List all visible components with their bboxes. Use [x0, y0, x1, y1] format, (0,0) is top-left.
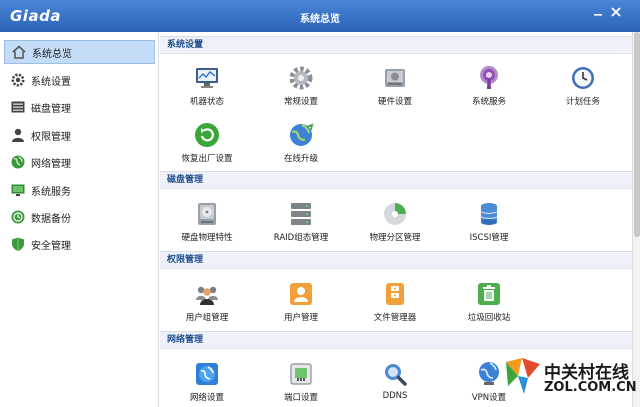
tile-label: 用户组管理 — [185, 313, 229, 323]
section-header-system-settings: 系统设置 — [160, 36, 632, 54]
hard-drive-icon — [198, 203, 216, 225]
tile-label: ISCSI管理 — [469, 233, 509, 243]
tile-label: RAID组态管理 — [273, 233, 329, 243]
tile-label: 硬盘物理特性 — [181, 233, 233, 243]
close-icon[interactable] — [608, 5, 624, 19]
home-icon — [11, 44, 27, 60]
shield-icon — [10, 236, 26, 252]
tile-label: 物理分区管理 — [369, 233, 421, 243]
tile-port-settings[interactable]: 端口设置 — [254, 360, 348, 404]
tile-label: 计划任务 — [565, 97, 600, 107]
tile-partition-management[interactable]: 物理分区管理 — [348, 200, 442, 244]
sidebar-item-label: 网络管理 — [31, 158, 71, 170]
sidebar-item-overview[interactable]: 系统总览 — [4, 40, 155, 64]
ddns-icon — [385, 364, 407, 386]
sidebar-item-system-services[interactable]: 系统服务 — [4, 178, 155, 202]
tile-user-groups[interactable]: 用户组管理 — [160, 280, 254, 324]
tile-label: 系统服务 — [471, 97, 506, 107]
tile-file-manager[interactable]: 文件管理器 — [348, 280, 442, 324]
window-title: 系统总览 — [300, 14, 340, 25]
title-bar: Giada 系统总览 — [0, 0, 640, 32]
podcast-icon — [480, 66, 498, 89]
port-icon — [290, 363, 312, 385]
sidebar-item-label: 安全管理 — [31, 240, 71, 252]
main-panel: 系统设置 机器状态 常规设置 硬件设置 系统服务 计划任务 恢复出厂设置 在线升… — [160, 32, 632, 407]
raid-icon — [291, 203, 311, 225]
sidebar-item-label: 系统总览 — [32, 48, 72, 60]
gear-icon — [289, 66, 313, 90]
tile-recycle-bin[interactable]: 垃圾回收站 — [442, 280, 536, 324]
user-group-icon — [196, 286, 218, 305]
iscsi-icon — [480, 203, 498, 225]
tile-network-settings[interactable]: 网络设置 — [160, 360, 254, 404]
network-globe-icon — [196, 363, 218, 385]
tile-label: 垃圾回收站 — [467, 313, 511, 323]
restore-icon — [195, 123, 219, 147]
sidebar-item-system-settings[interactable]: 系统设置 — [4, 68, 155, 92]
section-header-disk-management: 磁盘管理 — [160, 171, 632, 189]
tile-raid-management[interactable]: RAID组态管理 — [254, 200, 348, 244]
tile-label: DDNS — [382, 391, 408, 401]
disk-icon — [10, 99, 26, 115]
sidebar-item-disk-management[interactable]: 磁盘管理 — [4, 95, 155, 119]
tile-label: 网络设置 — [189, 393, 224, 403]
main-scrollbar[interactable] — [632, 32, 640, 407]
monitor-icon — [10, 182, 26, 198]
zol-watermark: 中关村在线 ZOL.COM.CN — [500, 352, 637, 404]
tile-user-management[interactable]: 用户管理 — [254, 280, 348, 324]
sidebar-item-network[interactable]: 网络管理 — [4, 150, 155, 174]
tile-label: 恢复出厂设置 — [181, 154, 233, 164]
tile-label: 端口设置 — [283, 393, 318, 403]
tile-hardware-settings[interactable]: 硬件设置 — [348, 64, 442, 108]
monitor-chart-icon — [196, 68, 218, 88]
tile-label: 常规设置 — [283, 97, 318, 107]
backup-icon — [10, 209, 26, 225]
sidebar-item-security[interactable]: 安全管理 — [4, 232, 155, 256]
sidebar-item-label: 磁盘管理 — [31, 103, 71, 115]
tile-label: 在线升级 — [283, 154, 318, 164]
recycle-bin-icon — [478, 283, 500, 305]
sidebar-item-label: 系统服务 — [31, 186, 71, 198]
tile-label: 文件管理器 — [373, 313, 417, 323]
file-manager-icon — [386, 283, 404, 305]
tile-scheduled-tasks[interactable]: 计划任务 — [536, 64, 630, 108]
tile-general-settings[interactable]: 常规设置 — [254, 64, 348, 108]
sidebar-item-permissions[interactable]: 权限管理 — [4, 123, 155, 147]
section-header-permissions: 权限管理 — [160, 251, 632, 269]
tile-factory-reset[interactable]: 恢复出厂设置 — [160, 121, 254, 165]
tile-label: 用户管理 — [283, 313, 318, 323]
tile-machine-status[interactable]: 机器状态 — [160, 64, 254, 108]
online-upgrade-icon — [290, 123, 314, 146]
globe-icon — [10, 154, 26, 170]
sidebar-item-label: 系统设置 — [31, 76, 71, 88]
tile-disk-physical[interactable]: 硬盘物理特性 — [160, 200, 254, 244]
clock-icon — [572, 67, 594, 89]
sidebar-item-label: 权限管理 — [31, 131, 71, 143]
tile-iscsi-management[interactable]: ISCSI管理 — [442, 200, 536, 244]
hardware-icon — [385, 69, 405, 87]
tile-system-services[interactable]: 系统服务 — [442, 64, 536, 108]
sidebar-item-label: 数据备份 — [31, 213, 71, 225]
zol-logo-icon — [506, 358, 540, 394]
tile-label: 硬件设置 — [377, 97, 412, 107]
sidebar: 系统总览 系统设置 磁盘管理 权限管理 网络管理 系统服务 数据备份 安全管理 — [0, 32, 159, 407]
minimize-icon[interactable] — [590, 5, 606, 19]
sidebar-item-data-backup[interactable]: 数据备份 — [4, 205, 155, 229]
gear-icon — [10, 72, 26, 88]
section-header-network: 网络管理 — [160, 331, 632, 349]
scrollbar-thumb[interactable] — [634, 32, 640, 237]
tile-ddns[interactable]: DDNS — [348, 360, 442, 404]
tile-online-upgrade[interactable]: 在线升级 — [254, 121, 348, 165]
tile-label: 机器状态 — [189, 97, 224, 107]
partition-icon — [384, 203, 406, 225]
vpn-icon — [479, 362, 499, 385]
user-icon — [10, 127, 26, 143]
watermark-url: ZOL.COM.CN — [544, 380, 637, 395]
user-card-icon — [290, 283, 312, 305]
